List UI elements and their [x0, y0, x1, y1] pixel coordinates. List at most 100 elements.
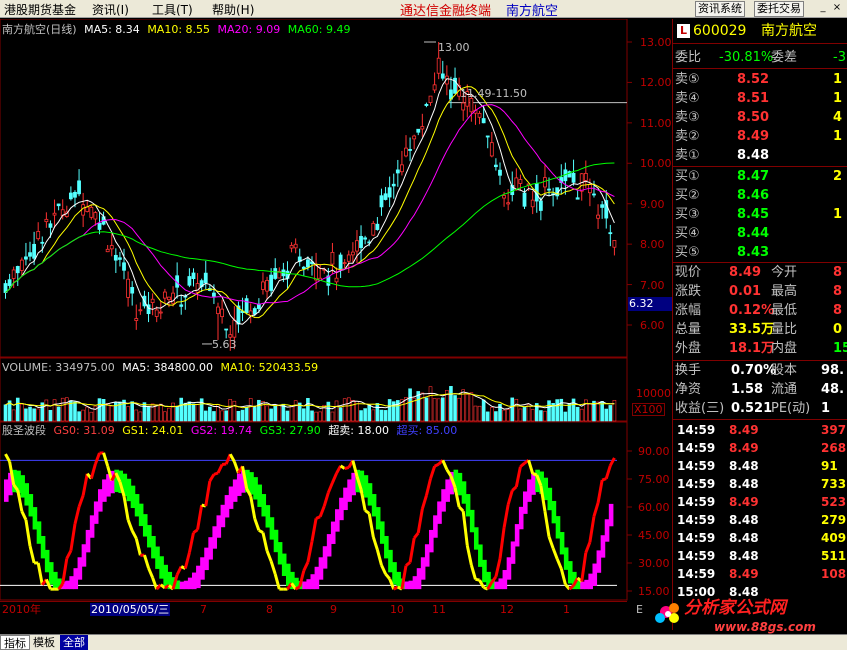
gs-fast-line [412, 531, 420, 539]
menu-help[interactable]: 帮助(H) [212, 1, 254, 18]
candle-body [375, 223, 380, 230]
ask-volume: 1 [833, 72, 843, 87]
candle-body [24, 256, 28, 260]
gs-fast-line [294, 585, 301, 591]
minimize-icon[interactable]: _ [818, 2, 828, 14]
gs-band [224, 495, 230, 518]
volume-bar [265, 405, 269, 422]
volume-ma10-line [5, 393, 615, 409]
gs-band [138, 503, 144, 527]
gs-band [469, 509, 475, 533]
bid-label: 买③ [675, 207, 700, 222]
volume-bar [449, 386, 453, 422]
chart-area[interactable] [0, 19, 672, 620]
x-axis-label: 12 [500, 603, 514, 616]
candle-body [583, 172, 588, 181]
candle-body [134, 318, 139, 321]
candle-body [477, 113, 482, 118]
gs-band [285, 563, 291, 587]
gs-fast-line [527, 459, 535, 475]
trade-button[interactable]: 委托交易 [754, 1, 804, 17]
watermark-title: 分析家公式网 [684, 598, 786, 618]
candle-body [608, 232, 613, 235]
volume-bar [522, 407, 527, 422]
stat-value-2: 8 [833, 284, 843, 299]
volume-bar [52, 399, 57, 422]
weibi-value: -30.81% [719, 50, 774, 65]
candle-body [195, 283, 200, 293]
close-icon[interactable]: × [832, 2, 842, 14]
gs-fast-line [315, 515, 321, 520]
candle-body [404, 147, 408, 157]
volume-bar [146, 406, 151, 422]
gs-band [408, 580, 414, 590]
candle-body [220, 308, 224, 318]
gs-fast-line [192, 528, 199, 534]
tick-price: 8.48 [729, 549, 759, 563]
gs-fast-line [502, 504, 510, 528]
ask-price: 8.50 [737, 110, 770, 125]
candle-body [252, 308, 257, 315]
tick-volume: 523 [821, 495, 847, 509]
volume-bar [579, 408, 584, 422]
stat-label: 现价 [675, 265, 702, 280]
menu-funds[interactable]: 港股期货基金 [4, 1, 76, 18]
volume-bar [163, 411, 167, 422]
candle-body [56, 203, 61, 207]
gs-y-tick: 60.00 [638, 501, 670, 514]
gs-band [216, 515, 222, 538]
volume-bar [32, 408, 36, 422]
tab-all[interactable]: 全部 [60, 635, 88, 650]
gs-y-tick: 30.00 [638, 557, 670, 570]
ask-price: 8.51 [737, 91, 770, 106]
volume-bar [179, 397, 184, 422]
tick-time: 14:59 [677, 567, 716, 581]
x-axis-label: 2010年 [2, 603, 41, 616]
gs-band [220, 504, 226, 528]
volume-bar [175, 405, 179, 422]
volume-bar [330, 411, 335, 422]
menu-tools[interactable]: 工具(T) [152, 1, 193, 18]
candle-body [97, 222, 102, 230]
stock-code: 600029 [693, 23, 747, 39]
candle-body [203, 272, 208, 284]
candle-body [44, 218, 49, 223]
candle-body [350, 251, 355, 256]
volume-label: VOLUME: 334975.00 [2, 361, 115, 374]
tick-row: 14:59 8.48 91 [673, 457, 847, 475]
gs-band [277, 542, 283, 565]
fund-label: 收益(三) [675, 401, 725, 416]
gs-band [236, 473, 242, 496]
gs-fast-line [187, 532, 195, 553]
main-y-tick: 6.00 [640, 319, 665, 332]
gs-band [351, 472, 356, 496]
bid-row: 买① 8.47 2 [673, 167, 847, 186]
tick-time: 14:59 [677, 441, 716, 455]
candle-body [502, 195, 506, 199]
gs-band [379, 521, 385, 544]
candle-body [77, 180, 81, 195]
gs-band [73, 568, 79, 590]
gs-band [335, 509, 340, 532]
tick-price: 8.49 [729, 423, 759, 437]
ma5-label: MA5: 8.34 [84, 23, 140, 36]
candle-body [154, 309, 159, 317]
gs-band [461, 481, 467, 504]
gs-fast-line [61, 558, 69, 585]
volume-bar [28, 406, 32, 422]
ma10-label: MA10: 8.55 [147, 23, 211, 36]
gs-band [580, 581, 585, 590]
tab-indicator[interactable]: 指标 [0, 635, 30, 650]
tab-template[interactable]: 模板 [30, 635, 58, 650]
menu-info[interactable]: 资讯(I) [92, 1, 129, 18]
gs-band [142, 514, 148, 537]
weicha-value: -3 [833, 50, 846, 65]
info-system-button[interactable]: 资讯系统 [695, 1, 745, 17]
gs-band [65, 580, 70, 590]
gs-band [392, 562, 397, 585]
candle-body [11, 269, 16, 279]
volume-bar [440, 397, 445, 422]
stat-label-2: 今开 [771, 265, 798, 280]
ma60-label: MA60: 9.49 [287, 23, 351, 36]
gs-fast-line [592, 502, 600, 517]
